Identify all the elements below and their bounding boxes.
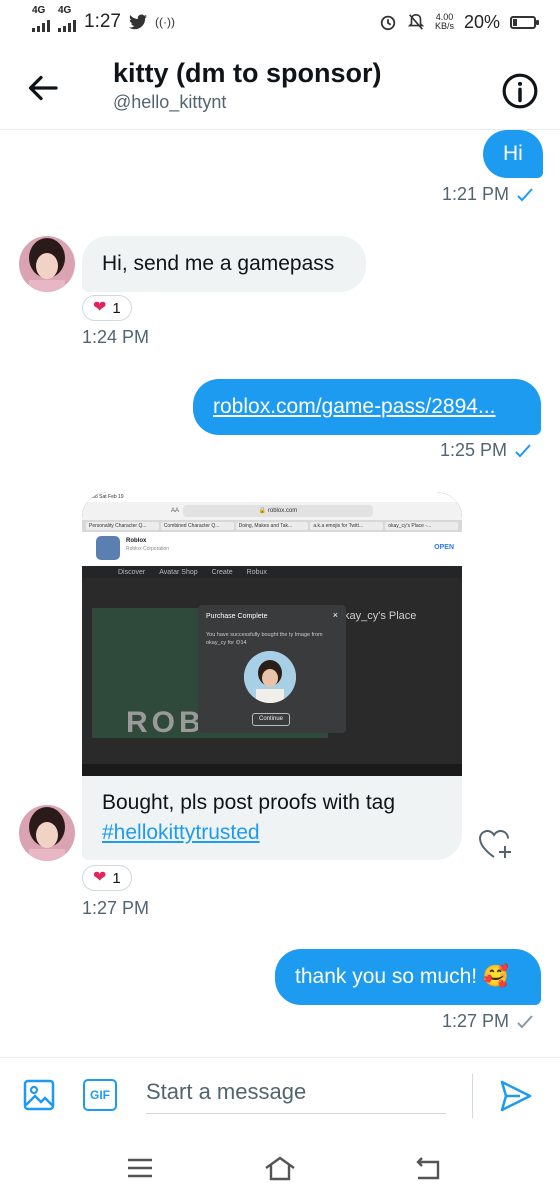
status-bar: 4G 4G 1:27 ((·)) 4.00 KB/s 20%	[0, 0, 560, 44]
message-timestamp: 1:27 PM	[442, 1011, 533, 1032]
message-bubble-received[interactable]: Hi, send me a gamepass	[82, 236, 366, 292]
send-icon[interactable]	[498, 1078, 534, 1114]
network-type-1: 4G	[32, 5, 46, 16]
shot-tabs: Personality Character Q... Combined Chara…	[82, 520, 462, 532]
message-link[interactable]: roblox.com/game-pass/2894...	[213, 392, 495, 422]
shot-place-title: kay_cy's Place	[344, 610, 417, 622]
menu-icon[interactable]	[122, 1153, 158, 1183]
shot-status: 8:58 Sat Feb 19	[82, 492, 462, 502]
message-composer: GIF	[0, 1057, 560, 1131]
heart-icon: ❤	[93, 869, 107, 886]
back-nav-icon[interactable]	[410, 1153, 446, 1183]
image-icon[interactable]	[22, 1078, 56, 1112]
message-timestamp: 1:24 PM	[82, 327, 150, 347]
home-icon[interactable]	[262, 1153, 298, 1183]
sent-check-icon	[517, 1014, 533, 1028]
hotspot-icon: ((·))	[154, 15, 175, 29]
shot-item-image	[244, 651, 296, 703]
battery-icon	[510, 15, 539, 29]
back-arrow-icon[interactable]	[26, 70, 62, 106]
avatar[interactable]	[19, 236, 75, 292]
mute-icon	[407, 13, 425, 30]
status-time: 1:27	[84, 11, 121, 32]
attached-screenshot[interactable]: 8:58 Sat Feb 19 AA 🔒 roblox.com Personal…	[82, 492, 462, 776]
add-reaction-icon[interactable]	[476, 826, 514, 862]
message-text: thank you so much! 🥰	[295, 965, 510, 988]
shot-nav: Discover Avatar Shop Create Robux	[82, 566, 462, 578]
reaction-count: 1	[112, 299, 121, 317]
shot-toolbar: AA 🔒 roblox.com	[82, 502, 462, 520]
heart-icon: ❤	[93, 299, 107, 316]
alarm-icon	[380, 15, 396, 31]
message-timestamp: 1:25 PM	[440, 440, 531, 461]
shot-url: 🔒 roblox.com	[183, 505, 373, 517]
message-bubble-sent[interactable]: roblox.com/game-pass/2894...	[193, 379, 541, 435]
message-bubble-sent[interactable]: thank you so much! 🥰	[275, 949, 541, 1005]
signal-icon-2: 4G	[58, 6, 76, 32]
hashtag-link[interactable]: #hellokittytrusted	[102, 821, 260, 844]
message-bubble-sent[interactable]: Hi	[483, 130, 543, 178]
shot-app-banner: Roblox Roblox Corporation OPEN	[82, 532, 462, 566]
message-input[interactable]	[146, 1070, 446, 1114]
system-nav-bar	[0, 1131, 560, 1200]
read-check-icon	[517, 187, 533, 201]
network-type-2: 4G	[58, 5, 72, 16]
network-speed: 4.00 KB/s	[434, 12, 454, 31]
shot-url-left: AA	[170, 508, 179, 514]
avatar[interactable]	[19, 805, 75, 861]
reaction-badge[interactable]: ❤ 1	[82, 865, 132, 891]
roblox-app-icon	[96, 536, 120, 560]
info-icon[interactable]	[501, 72, 539, 110]
battery-percent: 20%	[463, 11, 500, 32]
gif-icon[interactable]: GIF	[83, 1079, 117, 1111]
conversation-handle[interactable]: @hello_kittynt	[113, 92, 226, 113]
message-timestamp: 1:27 PM	[82, 898, 150, 918]
twitter-bird-icon	[128, 14, 147, 30]
shot-purchase-modal: Purchase Complete × You have successfull…	[198, 605, 346, 733]
message-text: Bought, pls post proofs with tag #hellok…	[102, 791, 396, 844]
message-bubble-with-image[interactable]: 8:58 Sat Feb 19 AA 🔒 roblox.com Personal…	[82, 492, 462, 860]
conversation-title[interactable]: kitty (dm to sponsor)	[113, 58, 382, 89]
message-text: Hi, send me a gamepass	[102, 252, 335, 275]
signal-icon-1: 4G	[32, 6, 50, 32]
reaction-badge[interactable]: ❤ 1	[82, 295, 132, 321]
message-timestamp: 1:21 PM	[442, 184, 533, 205]
conversation-header: kitty (dm to sponsor) @hello_kittynt	[0, 44, 560, 130]
read-check-icon	[515, 443, 531, 457]
reaction-count: 1	[112, 869, 121, 887]
message-text: Hi	[503, 142, 523, 165]
divider	[472, 1074, 473, 1118]
